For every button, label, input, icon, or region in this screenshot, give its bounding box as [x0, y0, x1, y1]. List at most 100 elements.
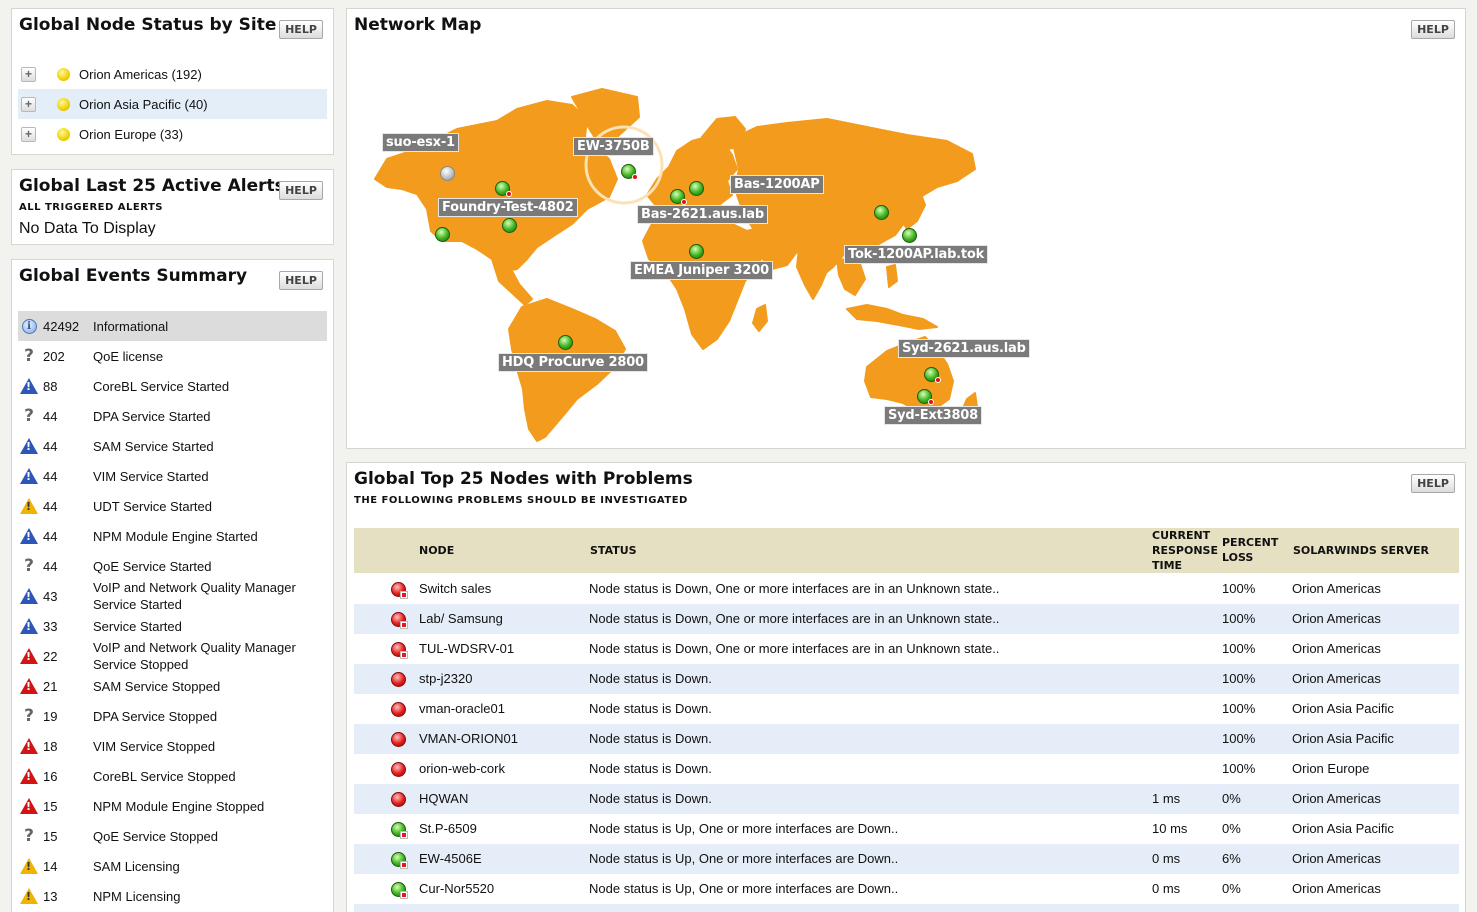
event-label[interactable]: VoIP and Network Quality Manager Service… [93, 639, 313, 673]
event-row[interactable]: ! 21 SAM Service Stopped [18, 671, 327, 701]
event-count[interactable]: 19 [43, 709, 93, 724]
event-count[interactable]: 42492 [43, 319, 93, 334]
map-node-icon[interactable] [689, 181, 704, 196]
map-node-icon[interactable] [558, 335, 573, 350]
event-row[interactable]: ? 19 DPA Service Stopped [18, 701, 327, 731]
event-row[interactable]: ! 44 SAM Service Started [18, 431, 327, 461]
event-row[interactable]: ! 13 NPM Licensing [18, 881, 327, 911]
event-row[interactable]: ! 33 Service Started [18, 611, 327, 641]
event-label[interactable]: DPA Service Stopped [93, 708, 313, 725]
solarwinds-server-link[interactable]: Orion Americas [1292, 634, 1381, 664]
solarwinds-server-link[interactable]: Orion Americas [1292, 874, 1381, 904]
solarwinds-server-link[interactable]: Orion Americas [1292, 574, 1381, 604]
solarwinds-server-link[interactable]: Orion Americas [1292, 784, 1381, 814]
event-label[interactable]: SAM Service Stopped [93, 678, 313, 695]
event-row[interactable]: ? 44 QoE Service Started [18, 551, 327, 581]
map-node-label[interactable]: suo-esx-1 [382, 133, 459, 152]
map-node-label[interactable]: EW-3750B [573, 137, 654, 156]
event-count[interactable]: 44 [43, 469, 93, 484]
expand-icon[interactable]: + [21, 126, 36, 142]
map-node-icon[interactable] [621, 164, 638, 180]
solarwinds-server-link[interactable]: Orion Asia Pacific [1292, 724, 1394, 754]
event-count[interactable]: 44 [43, 439, 93, 454]
event-count[interactable]: 22 [43, 649, 93, 664]
event-label[interactable]: QoE Service Started [93, 558, 313, 575]
event-label[interactable]: VIM Service Started [93, 468, 313, 485]
event-row[interactable]: ! 18 VIM Service Stopped [18, 731, 327, 761]
expand-icon[interactable]: + [21, 66, 36, 82]
column-header-percent-loss[interactable]: PERCENT LOSS [1222, 535, 1278, 565]
table-row[interactable]: Switch sales Node status is Down, One or … [354, 574, 1459, 604]
problems-help-button[interactable]: HELP [1411, 474, 1455, 493]
map-node-icon[interactable] [440, 166, 455, 181]
node-name-link[interactable]: EW-4506E [419, 844, 482, 874]
table-row[interactable]: Tok-foundry Node status is Up, One or mor… [354, 904, 1459, 912]
event-row[interactable]: ? 202 QoE license [18, 341, 327, 371]
table-row[interactable]: vman-oracle01 Node status is Down. 100% Ori… [354, 694, 1459, 724]
map-node-icon[interactable] [435, 227, 450, 242]
event-label[interactable]: SAM Service Started [93, 438, 313, 455]
event-count[interactable]: 15 [43, 799, 93, 814]
event-label[interactable]: QoE Service Stopped [93, 828, 313, 845]
table-row[interactable]: stp-j2320 Node status is Down. 100% Orion A… [354, 664, 1459, 694]
node-name-link[interactable]: St.P-6509 [419, 814, 477, 844]
event-count[interactable]: 88 [43, 379, 93, 394]
event-label[interactable]: UDT Service Started [93, 498, 313, 515]
node-name-link[interactable]: TUL-WDSRV-01 [419, 634, 514, 664]
expand-icon[interactable]: + [21, 96, 36, 112]
map-node-label[interactable]: Foundry-Test-4802 [438, 198, 578, 217]
node-status-help-button[interactable]: HELP [279, 20, 323, 39]
map-node-icon[interactable] [902, 228, 917, 243]
map-node-label[interactable]: Bas-2621.aus.lab [637, 205, 768, 224]
table-row[interactable]: Lab/ Samsung Node status is Down, One or … [354, 604, 1459, 634]
site-label[interactable]: Orion Americas (192) [79, 67, 202, 82]
map-node-icon[interactable] [924, 367, 941, 383]
event-count[interactable]: 13 [43, 889, 93, 904]
event-count[interactable]: 16 [43, 769, 93, 784]
solarwinds-server-link[interactable]: Orion Asia Pacific [1292, 814, 1394, 844]
site-label[interactable]: Orion Asia Pacific (40) [79, 97, 208, 112]
event-row[interactable]: ! 43 VoIP and Network Quality Manager Serv… [18, 579, 327, 613]
solarwinds-server-link[interactable]: Orion Americas [1292, 844, 1381, 874]
event-label[interactable]: VoIP and Network Quality Manager Service… [93, 579, 313, 613]
map-node-label[interactable]: Syd-2621.aus.lab [898, 339, 1030, 358]
map-node-label[interactable]: HDQ ProCurve 2800 [498, 353, 648, 372]
map-node-icon[interactable] [689, 244, 704, 259]
map-node-label[interactable]: Bas-1200AP [730, 175, 824, 194]
event-label[interactable]: CoreBL Service Stopped [93, 768, 313, 785]
event-count[interactable]: 18 [43, 739, 93, 754]
column-header-status[interactable]: STATUS [590, 543, 637, 558]
event-count[interactable]: 43 [43, 589, 93, 604]
event-count[interactable]: 44 [43, 499, 93, 514]
event-row[interactable]: ? 44 DPA Service Started [18, 401, 327, 431]
event-label[interactable]: Informational [93, 318, 313, 335]
node-name-link[interactable]: HQWAN [419, 784, 468, 814]
event-label[interactable]: CoreBL Service Started [93, 378, 313, 395]
table-row[interactable]: Cur-Nor5520 Node status is Up, One or mor… [354, 874, 1459, 904]
event-label[interactable]: NPM Module Engine Stopped [93, 798, 313, 815]
alerts-help-button[interactable]: HELP [279, 181, 323, 200]
event-label[interactable]: DPA Service Started [93, 408, 313, 425]
events-help-button[interactable]: HELP [279, 271, 323, 290]
event-row[interactable]: ! 44 VIM Service Started [18, 461, 327, 491]
node-name-link[interactable]: stp-j2320 [419, 664, 472, 694]
solarwinds-server-link[interactable]: Orion Americas [1292, 664, 1381, 694]
event-count[interactable]: 33 [43, 619, 93, 634]
event-count[interactable]: 44 [43, 409, 93, 424]
event-row[interactable]: ! 22 VoIP and Network Quality Manager Serv… [18, 639, 327, 673]
site-label[interactable]: Orion Europe (33) [79, 127, 183, 142]
table-row[interactable]: VMAN-ORION01 Node status is Down. 100% Orio… [354, 724, 1459, 754]
event-row[interactable]: ! 14 SAM Licensing [18, 851, 327, 881]
event-count[interactable]: 21 [43, 679, 93, 694]
node-name-link[interactable]: Cur-Nor5520 [419, 874, 494, 904]
node-name-link[interactable]: vman-oracle01 [419, 694, 505, 724]
event-label[interactable]: VIM Service Stopped [93, 738, 313, 755]
map-node-label[interactable]: Syd-Ext3808 [884, 406, 982, 425]
node-name-link[interactable]: Lab/ Samsung [419, 604, 503, 634]
table-row[interactable]: St.P-6509 Node status is Up, One or more … [354, 814, 1459, 844]
map-node-label[interactable]: Tok-1200AP.lab.tok [844, 245, 989, 264]
solarwinds-server-link[interactable]: Orion Europe [1292, 754, 1369, 784]
table-row[interactable]: TUL-WDSRV-01 Node status is Down, One or … [354, 634, 1459, 664]
event-row[interactable]: ! 15 NPM Module Engine Stopped [18, 791, 327, 821]
event-label[interactable]: QoE license [93, 348, 313, 365]
